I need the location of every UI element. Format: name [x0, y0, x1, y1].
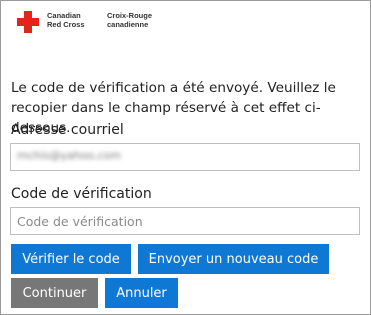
cancel-button[interactable]: Annuler [105, 278, 178, 308]
resend-code-button[interactable]: Envoyer un nouveau code [138, 244, 329, 274]
verify-code-button[interactable]: Vérifier le code [11, 244, 131, 274]
email-value: mchis@yahoo.com [17, 149, 122, 162]
verification-code-input[interactable] [10, 207, 360, 235]
logo-text-french: Croix-Rouge canadienne [107, 11, 152, 29]
email-label: Adresse courriel [11, 122, 124, 138]
red-cross-logo: Canadian Red Cross Croix-Rouge canadienn… [17, 9, 167, 35]
continue-button[interactable]: Continuer [11, 278, 98, 308]
verification-panel: Canadian Red Cross Croix-Rouge canadienn… [0, 0, 371, 315]
verification-code-label: Code de vérification [11, 186, 152, 202]
logo-text-english: Canadian Red Cross [47, 11, 85, 29]
red-cross-icon [17, 11, 39, 33]
